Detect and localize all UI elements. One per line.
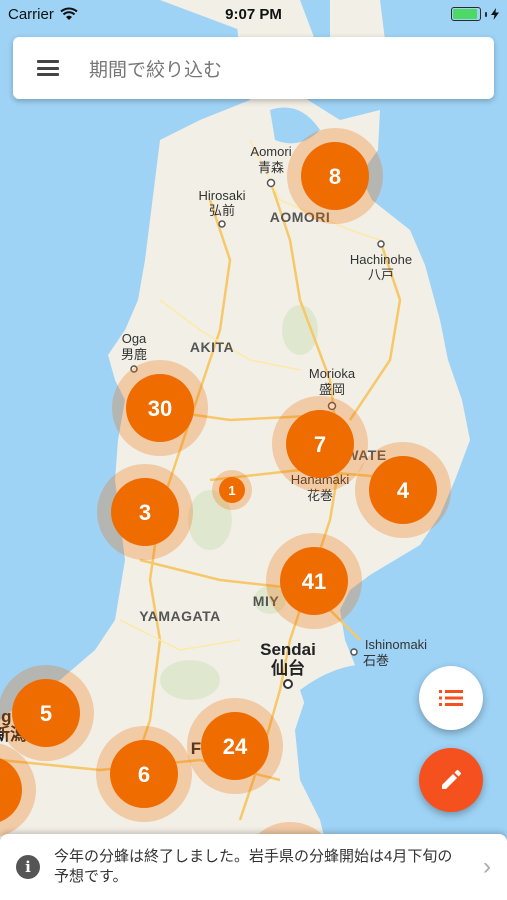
edit-button[interactable] [419, 748, 483, 812]
map-label: 男鹿 [121, 347, 147, 362]
search-placeholder[interactable]: 期間で絞り込む [89, 55, 222, 82]
notice-text: 今年の分蜂は終了しました。岩手県の分蜂開始は4月下旬の予想です。 [54, 848, 453, 885]
map-label: Oga [122, 331, 147, 346]
cluster-count: 4 [397, 478, 410, 503]
cluster-count: 7 [314, 432, 326, 457]
battery-icon [451, 7, 481, 21]
cluster-marker[interactable]: 3 [97, 464, 193, 560]
list-view-button[interactable] [419, 666, 483, 730]
map-label: Hirosaki [199, 188, 246, 203]
wifi-icon [60, 7, 78, 20]
cluster-marker[interactable]: 41 [266, 533, 362, 629]
cluster-count: 24 [223, 734, 248, 759]
map-label: Ishinomaki [365, 637, 427, 652]
cluster-count: 41 [302, 569, 326, 594]
map-label: 盛岡 [319, 382, 345, 397]
menu-icon[interactable] [37, 60, 59, 76]
map-label: 八戸 [368, 267, 394, 282]
map-label: 弘前 [209, 203, 235, 218]
cluster-marker[interactable]: 24 [187, 698, 283, 794]
status-time: 9:07 PM [225, 5, 282, 23]
cluster-count: 3 [139, 500, 151, 525]
cluster-count: 6 [138, 762, 150, 787]
cluster-marker[interactable]: 30 [112, 360, 208, 456]
map-label: YAMAGATA [139, 608, 221, 624]
cluster-marker[interactable]: 7 [272, 396, 368, 492]
list-icon [439, 690, 463, 706]
search-bar[interactable]: 期間で絞り込む [13, 37, 494, 99]
charging-icon [491, 8, 499, 20]
cluster-marker[interactable]: 5 [0, 665, 94, 761]
map-label: Aomori [250, 144, 291, 159]
notice-banner[interactable]: i 今年の分蜂は終了しました。岩手県の分蜂開始は4月下旬の予想です。 › [0, 834, 507, 900]
pencil-icon [442, 770, 461, 789]
carrier-label: Carrier [8, 5, 54, 23]
cluster-marker[interactable]: 1 [212, 470, 252, 510]
battery-tip [485, 11, 487, 17]
map-label: Sendai [260, 640, 316, 659]
cluster-marker[interactable]: 6 [96, 726, 192, 822]
map-label: Morioka [309, 366, 356, 381]
map-label: 仙台 [271, 658, 305, 678]
cluster-count: 30 [148, 396, 172, 421]
map-label: AKITA [190, 339, 234, 355]
map-label: Hachinohe [350, 252, 412, 267]
cluster-marker[interactable]: 8 [287, 128, 383, 224]
status-bar: Carrier 9:07 PM [0, 0, 507, 28]
map-label: 青森 [258, 160, 284, 175]
cluster-count: 8 [329, 164, 341, 189]
info-icon: i [16, 855, 40, 879]
map-label: 石巻 [363, 653, 389, 668]
cluster-marker[interactable]: 4 [355, 442, 451, 538]
cluster-count: 5 [40, 701, 52, 726]
cluster-count: 1 [228, 483, 235, 498]
chevron-right-icon: › [483, 853, 491, 880]
